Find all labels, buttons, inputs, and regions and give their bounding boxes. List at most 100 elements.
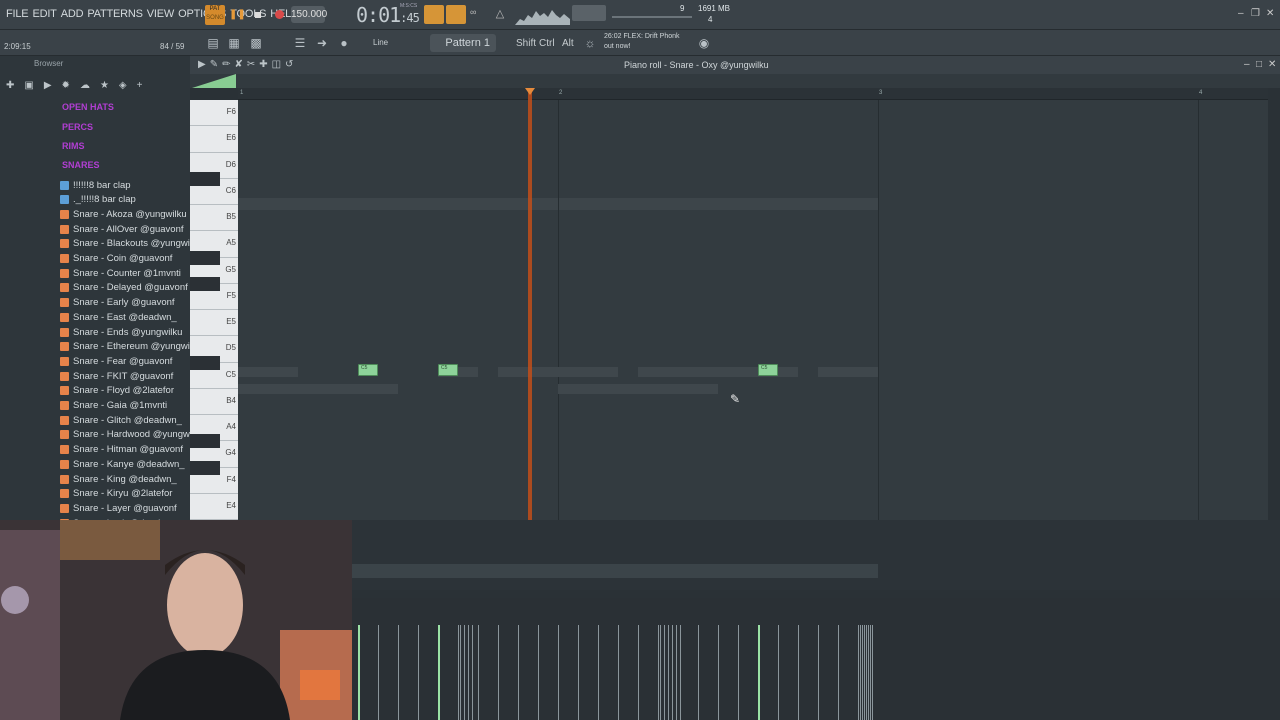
velocity-bar[interactable] bbox=[518, 625, 519, 720]
bar-ruler[interactable]: 1 2 3 4 bbox=[238, 88, 1268, 100]
note-grid[interactable]: C5 C5 C5 bbox=[238, 100, 1268, 520]
note-velocity-bar[interactable] bbox=[438, 625, 440, 720]
browser-item[interactable]: Snare - Counter @1mvnti bbox=[60, 266, 181, 280]
velocity-bar[interactable] bbox=[680, 625, 681, 720]
velocity-bar[interactable] bbox=[698, 625, 699, 720]
piano-roll-icon[interactable]: ▩ bbox=[248, 35, 264, 51]
menu-add[interactable]: ADD bbox=[59, 8, 86, 20]
piano-keyboard[interactable]: F6 E6 D6 C6 B5 A5 G5 F5 E5 D5 C5 B4 A4 G4 F4 E4 bbox=[190, 100, 238, 520]
browser-item[interactable]: Snare - Early @guavonf bbox=[60, 296, 175, 310]
tempo-display[interactable]: 150.000 bbox=[291, 6, 327, 23]
velocity-bar[interactable] bbox=[676, 625, 677, 720]
browser-item[interactable]: Snare - Blackouts @yungwilku bbox=[60, 237, 202, 251]
piano-key[interactable]: E4 bbox=[190, 494, 238, 520]
piano-key[interactable]: F4 bbox=[190, 468, 238, 494]
pr-minimize-icon[interactable]: – bbox=[1244, 59, 1250, 70]
browser-folder-percs[interactable]: PERCS bbox=[62, 122, 93, 132]
tag-icon[interactable]: ◈ bbox=[119, 80, 127, 91]
record-button[interactable] bbox=[272, 7, 288, 23]
browser-item[interactable]: Snare - King @deadwn_ bbox=[60, 472, 177, 486]
arrow-right-icon[interactable]: ➜ bbox=[314, 35, 330, 51]
piano-key[interactable]: F5 bbox=[190, 284, 238, 310]
velocity-event-editor[interactable] bbox=[352, 598, 1280, 720]
microphone-icon[interactable]: ● bbox=[336, 35, 352, 51]
news-icon[interactable]: ☼ bbox=[582, 35, 598, 51]
browser-item[interactable]: ._!!!!!8 bar clap bbox=[60, 193, 136, 207]
speaker-icon[interactable]: ▶ bbox=[44, 80, 52, 91]
velocity-bar[interactable] bbox=[872, 625, 873, 720]
browser-item[interactable]: Snare - Floyd @2latefor bbox=[60, 384, 174, 398]
browser-item[interactable]: Snare - Gaia @1mvnti bbox=[60, 399, 167, 413]
collapse-icon[interactable]: ✚ bbox=[6, 80, 14, 91]
midi-note[interactable]: C5 bbox=[438, 363, 458, 376]
midi-note[interactable]: C5 bbox=[758, 363, 778, 376]
browser-item[interactable]: Snare - Hitman @guavonf bbox=[60, 443, 183, 457]
browser-folder-snares[interactable]: SNARES bbox=[62, 160, 100, 170]
velocity-bar[interactable] bbox=[862, 625, 863, 720]
velocity-bar[interactable] bbox=[578, 625, 579, 720]
horizontal-scrollbar[interactable] bbox=[352, 564, 878, 578]
news-ticker[interactable]: 26:02 FLEX: Drift Phonk out now! bbox=[604, 32, 680, 52]
files-icon[interactable]: ▣ bbox=[24, 80, 33, 91]
playhead[interactable] bbox=[528, 88, 532, 588]
piano-roll-tools[interactable]: ▶✎✏✘✂✚◫↺ bbox=[198, 59, 297, 70]
browser-item[interactable]: Snare - Delayed @guavonf bbox=[60, 281, 188, 295]
velocity-bar[interactable] bbox=[738, 625, 739, 720]
minimize-icon[interactable]: – bbox=[1238, 8, 1244, 19]
globe-icon[interactable]: ◉ bbox=[696, 35, 712, 51]
piano-key[interactable]: C6 bbox=[190, 179, 238, 205]
velocity-bar[interactable] bbox=[860, 625, 861, 720]
song-position-clock[interactable]: 0:01:45 bbox=[356, 3, 420, 27]
piano-key[interactable]: B4 bbox=[190, 389, 238, 415]
browser-item[interactable]: Snare - East @deadwn_ bbox=[60, 310, 177, 324]
velocity-bar[interactable] bbox=[498, 625, 499, 720]
velocity-bar[interactable] bbox=[868, 625, 869, 720]
browser-item[interactable]: Snare - Kanye @deadwn_ bbox=[60, 457, 185, 471]
velocity-bar[interactable] bbox=[658, 625, 659, 720]
velocity-bar[interactable] bbox=[468, 625, 469, 720]
piano-key[interactable]: F6 bbox=[190, 100, 238, 127]
stop-button[interactable] bbox=[250, 7, 266, 23]
time-scroll-strip[interactable] bbox=[190, 74, 1280, 88]
pr-close-icon[interactable]: ✕ bbox=[1268, 59, 1276, 70]
wait-for-input-icon[interactable]: ∞ bbox=[470, 7, 486, 23]
velocity-bar[interactable] bbox=[858, 625, 859, 720]
velocity-bar[interactable] bbox=[664, 625, 665, 720]
close-icon[interactable]: ✕ bbox=[1266, 8, 1274, 19]
cloud-icon[interactable]: ☁ bbox=[80, 80, 90, 91]
browser-item[interactable]: Snare - Akoza @yungwilku bbox=[60, 207, 187, 221]
velocity-bar[interactable] bbox=[464, 625, 465, 720]
midi-note[interactable]: C5 bbox=[358, 363, 378, 376]
velocity-bar[interactable] bbox=[472, 625, 473, 720]
velocity-bar[interactable] bbox=[598, 625, 599, 720]
velocity-bar[interactable] bbox=[668, 625, 669, 720]
playhead-marker[interactable] bbox=[525, 88, 535, 95]
typing-keyboard-button[interactable] bbox=[424, 5, 444, 24]
piano-key[interactable]: E6 bbox=[190, 126, 238, 153]
star-icon[interactable]: ★ bbox=[100, 80, 109, 91]
velocity-bar[interactable] bbox=[398, 625, 399, 720]
browser-item[interactable]: Snare - Fear @guavonf bbox=[60, 354, 172, 368]
playlist-icon[interactable]: ▤ bbox=[205, 35, 221, 51]
velocity-bar[interactable] bbox=[378, 625, 379, 720]
step-edit-button[interactable] bbox=[446, 5, 466, 24]
browser-item[interactable]: Snare - Kiryu @2latefor bbox=[60, 487, 172, 501]
pat-song-toggle[interactable]: PAT SONG bbox=[205, 5, 225, 25]
browser-item[interactable]: Snare - FKIT @guavonf bbox=[60, 369, 173, 383]
velocity-bar[interactable] bbox=[838, 625, 839, 720]
zoom-handle[interactable] bbox=[192, 74, 236, 88]
browser-folder-open-hats[interactable]: OPEN HATS bbox=[62, 102, 114, 112]
browser-item[interactable]: Snare - Hardwood @yungwilku bbox=[60, 428, 204, 442]
velocity-bar[interactable] bbox=[458, 625, 459, 720]
menu-edit[interactable]: EDIT bbox=[30, 8, 58, 20]
mixer-icon[interactable]: ☰ bbox=[292, 35, 308, 51]
piano-key[interactable]: C5 bbox=[190, 363, 238, 389]
browser-item[interactable]: Snare - Layer @guavonf bbox=[60, 501, 177, 515]
velocity-bar[interactable] bbox=[558, 625, 559, 720]
metronome-icon[interactable]: △ bbox=[492, 7, 508, 23]
velocity-bar[interactable] bbox=[538, 625, 539, 720]
restore-icon[interactable]: ❐ bbox=[1251, 8, 1260, 19]
browser-folder-rims[interactable]: RIMS bbox=[62, 141, 85, 151]
browser-item[interactable]: Snare - Glitch @deadwn_ bbox=[60, 413, 182, 427]
browser-item[interactable]: Snare - Ethereum @yungwilku bbox=[60, 340, 202, 354]
